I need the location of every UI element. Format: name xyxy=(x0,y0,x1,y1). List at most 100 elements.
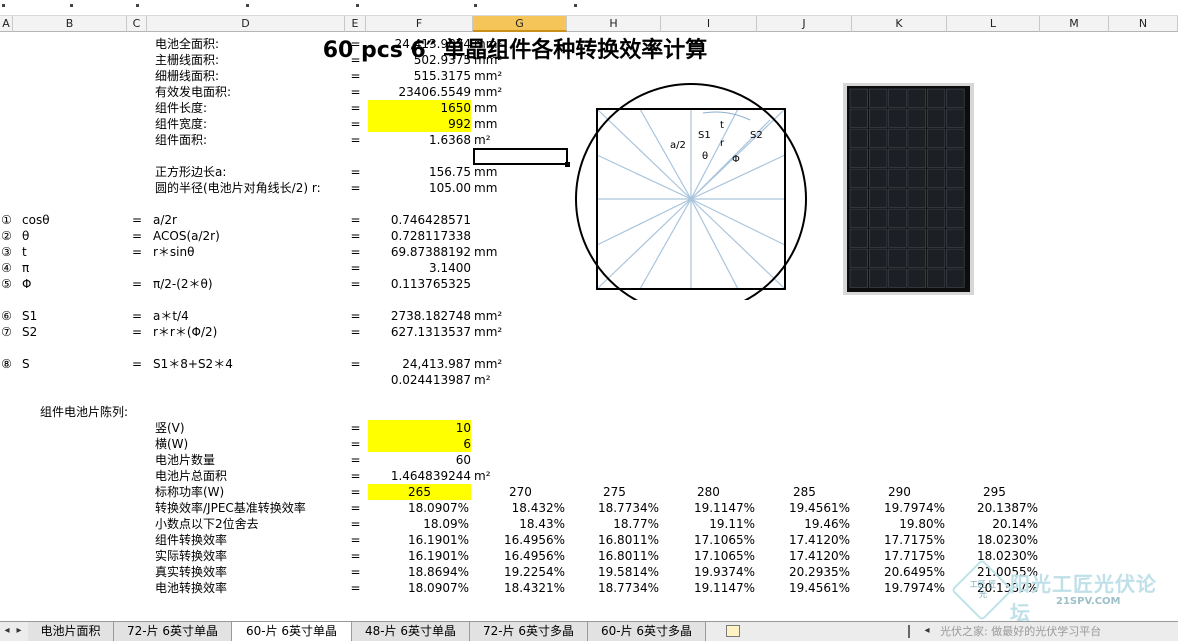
formula-value[interactable]: 627.1313537 xyxy=(368,324,471,340)
equals-sign[interactable]: = xyxy=(127,212,147,228)
formula-expression[interactable]: r＊sinθ xyxy=(153,244,343,260)
power-value[interactable]: 290 xyxy=(888,484,948,500)
formula-unit[interactable]: mm² xyxy=(474,324,514,340)
array-label[interactable]: 电池片数量 xyxy=(155,452,345,468)
sheet-tab[interactable]: 72-片 6英寸单晶 xyxy=(114,622,232,641)
efficiency-value[interactable]: 17.4120% xyxy=(757,532,850,548)
efficiency-value[interactable]: 16.8011% xyxy=(567,532,659,548)
array-unit[interactable] xyxy=(474,436,514,452)
formula-number[interactable]: ③ xyxy=(0,244,13,260)
equals-sign[interactable]: = xyxy=(345,484,366,500)
array-label[interactable]: 电池片总面积 xyxy=(155,468,345,484)
formula-unit[interactable]: mm xyxy=(474,244,514,260)
sheet-tab[interactable]: 48-片 6英寸单晶 xyxy=(352,622,470,641)
equals-sign[interactable]: = xyxy=(345,260,366,276)
equals-sign[interactable]: = xyxy=(345,324,366,340)
equals-sign[interactable]: = xyxy=(127,276,147,292)
efficiency-value[interactable]: 16.8011% xyxy=(567,548,659,564)
formula-number[interactable]: ① xyxy=(0,212,13,228)
radius-label[interactable]: 圆的半径(电池片对角线长/2) r: xyxy=(155,180,355,196)
area-label[interactable]: 主栅线面积: xyxy=(155,52,345,68)
area-label[interactable]: 细栅线面积: xyxy=(155,68,345,84)
area-value[interactable]: 515.3175 xyxy=(368,68,471,84)
equals-sign[interactable]: = xyxy=(345,580,366,596)
column-header-k[interactable]: K xyxy=(852,16,947,32)
efficiency-label[interactable]: 电池转换效率 xyxy=(155,580,345,596)
power-value[interactable]: 285 xyxy=(793,484,853,500)
efficiency-value[interactable]: 20.1387% xyxy=(947,500,1038,516)
area-unit[interactable]: mm xyxy=(474,100,534,116)
column-header-m[interactable]: M xyxy=(1040,16,1109,32)
formula-symbol[interactable]: S xyxy=(22,356,122,372)
efficiency-value[interactable]: 19.7974% xyxy=(852,580,945,596)
power-label[interactable]: 标称功率(W) xyxy=(155,484,345,500)
efficiency-value[interactable]: 16.4956% xyxy=(473,532,565,548)
equals-sign[interactable]: = xyxy=(345,100,366,116)
area-unit[interactable]: m² xyxy=(474,132,534,148)
formula-number[interactable]: ⑥ xyxy=(0,308,13,324)
area-label[interactable]: 有效发电面积: xyxy=(155,84,345,100)
column-header-e[interactable]: E xyxy=(345,16,366,32)
column-header-i[interactable]: I xyxy=(661,16,757,32)
tab-scroll-prev-icon[interactable]: ◂ xyxy=(2,624,12,638)
efficiency-value[interactable]: 17.7175% xyxy=(852,548,945,564)
column-header-f[interactable]: F xyxy=(366,16,473,32)
efficiency-value[interactable]: 19.2254% xyxy=(473,564,565,580)
equals-sign[interactable]: = xyxy=(345,52,366,68)
equals-sign[interactable]: = xyxy=(345,452,366,468)
array-value[interactable]: 1.464839244 xyxy=(368,468,471,484)
array-label[interactable]: 横(W) xyxy=(155,436,345,452)
column-header-l[interactable]: L xyxy=(947,16,1040,32)
equals-sign[interactable]: = xyxy=(345,36,366,52)
power-value[interactable]: 295 xyxy=(983,484,1043,500)
column-header-b[interactable]: B xyxy=(13,16,127,32)
power-value[interactable]: 270 xyxy=(509,484,569,500)
formula-value[interactable]: 24,413.987 xyxy=(368,356,471,372)
array-value[interactable]: 6 xyxy=(368,436,471,452)
efficiency-value[interactable]: 18.0230% xyxy=(947,532,1038,548)
equals-sign[interactable]: = xyxy=(127,228,147,244)
power-value[interactable]: 275 xyxy=(603,484,663,500)
formula-number[interactable]: ⑧ xyxy=(0,356,13,372)
equals-sign[interactable]: = xyxy=(345,164,366,180)
area-unit[interactable]: mm² xyxy=(474,36,534,52)
efficiency-value[interactable]: 17.4120% xyxy=(757,548,850,564)
area-value[interactable]: 1.6368 xyxy=(368,132,471,148)
area-value[interactable]: 502.9375 xyxy=(368,52,471,68)
formula-unit[interactable]: mm² xyxy=(474,308,514,324)
area-unit[interactable]: mm² xyxy=(474,52,534,68)
equals-sign[interactable]: = xyxy=(345,532,366,548)
array-value[interactable]: 60 xyxy=(368,452,471,468)
formula-symbol[interactable]: Φ xyxy=(22,276,122,292)
efficiency-value[interactable]: 20.2935% xyxy=(757,564,850,580)
area-value[interactable]: 1650 xyxy=(368,100,471,116)
array-unit[interactable]: m² xyxy=(474,468,514,484)
formula-number[interactable]: ② xyxy=(0,228,13,244)
equals-sign[interactable]: = xyxy=(127,244,147,260)
formula-symbol[interactable]: S1 xyxy=(22,308,122,324)
efficiency-label[interactable]: 实际转换效率 xyxy=(155,548,345,564)
efficiency-label[interactable]: 真实转换效率 xyxy=(155,564,345,580)
formula-expression[interactable]: a/2r xyxy=(153,212,343,228)
formula-symbol[interactable]: t xyxy=(22,244,122,260)
sheet-tab[interactable]: 电池片面积 xyxy=(28,622,114,641)
formula-value[interactable]: 3.1400 xyxy=(368,260,471,276)
equals-sign[interactable]: = xyxy=(345,356,366,372)
hscroll-left-icon[interactable]: ◂ xyxy=(922,624,932,638)
formula-symbol[interactable]: S2 xyxy=(22,324,122,340)
equals-sign[interactable]: = xyxy=(345,244,366,260)
efficiency-value[interactable]: 17.1065% xyxy=(661,532,755,548)
efficiency-label[interactable]: 转换效率/JPEC基准转换效率 xyxy=(155,500,345,516)
array-heading[interactable]: 组件电池片陈列: xyxy=(40,404,190,420)
formula-symbol[interactable]: π xyxy=(22,260,122,276)
formula-number[interactable]: ⑤ xyxy=(0,276,13,292)
formula-expression[interactable]: S1＊8+S2＊4 xyxy=(153,356,343,372)
efficiency-value[interactable]: 20.6495% xyxy=(852,564,945,580)
area-unit[interactable]: mm² xyxy=(474,68,534,84)
equals-sign[interactable]: = xyxy=(127,308,147,324)
efficiency-label[interactable]: 组件转换效率 xyxy=(155,532,345,548)
efficiency-value[interactable]: 17.7175% xyxy=(852,532,945,548)
efficiency-value[interactable]: 18.7734% xyxy=(567,580,659,596)
area-unit[interactable]: mm² xyxy=(474,84,534,100)
equals-sign[interactable]: = xyxy=(345,548,366,564)
